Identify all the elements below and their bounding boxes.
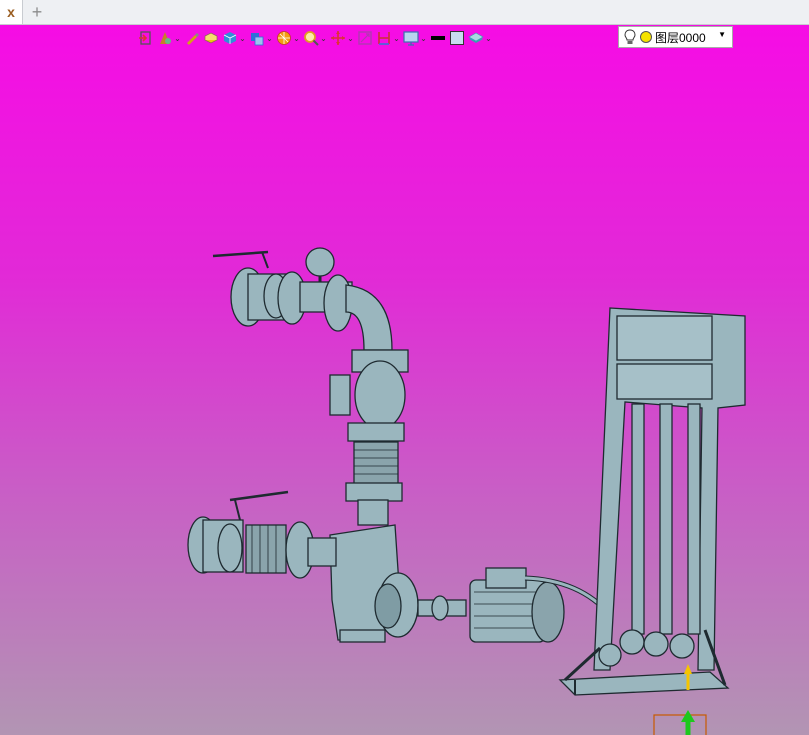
chevron-down-icon[interactable]: ⌄ [485, 34, 492, 43]
render-mode-icon [277, 31, 291, 45]
close-tab-button[interactable]: x [0, 0, 23, 24]
chevron-down-icon[interactable]: ⌄ [266, 34, 273, 43]
tab-bar: x + [0, 0, 809, 25]
pump-assembly-model[interactable] [0, 25, 809, 735]
fit-view-button[interactable] [357, 27, 373, 49]
pencil-button[interactable] [184, 27, 200, 49]
exit-sketch-icon [139, 31, 151, 45]
layer-stack-button[interactable]: ⌄ [468, 27, 492, 49]
control-box [616, 315, 713, 361]
gauge-rod-1 [631, 403, 645, 635]
layer-name: 图层0000 [655, 30, 706, 45]
color-swatch-icon [450, 31, 464, 45]
pipe-elbow [345, 284, 393, 351]
layer-color-icon [640, 31, 652, 43]
pan-icon [331, 31, 345, 45]
chevron-down-icon[interactable]: ⌄ [293, 34, 300, 43]
chevron-down-icon[interactable]: ⌄ [320, 34, 327, 43]
sketch-tools-icon [160, 32, 171, 44]
main-toolbar: ⌄ ⌄ ⌄ ⌄ ⌄ ⌄ ⌄ ⌄ ⌄ [138, 27, 495, 49]
lightbulb-icon[interactable] [623, 29, 637, 45]
line-style-icon [431, 36, 445, 40]
chevron-down-icon[interactable]: ⌄ [239, 34, 246, 43]
motor-terminal-box [485, 567, 527, 589]
chevron-down-icon[interactable]: ⌄ [174, 34, 181, 43]
layer-select[interactable]: 图层0000 ▼ [618, 26, 733, 48]
fit-view-icon [358, 31, 372, 45]
base-skid [558, 671, 730, 696]
sketch-tools-button[interactable]: ⌄ [157, 27, 181, 49]
upper-valve-handle [212, 250, 269, 258]
solid-box-button[interactable]: ⌄ [222, 27, 246, 49]
render-mode-button[interactable]: ⌄ [276, 27, 300, 49]
solid-box-icon [223, 32, 237, 44]
display-button[interactable]: ⌄ [403, 27, 427, 49]
display-icon [403, 31, 419, 46]
layer-stack-icon [468, 32, 484, 43]
extrude-button[interactable] [203, 27, 219, 49]
zoom-button[interactable]: ⌄ [303, 27, 327, 49]
extrude-icon [204, 32, 218, 44]
face-button[interactable]: ⌄ [249, 27, 273, 49]
zoom-icon [304, 31, 319, 46]
pencil-icon [187, 33, 199, 45]
pan-button[interactable]: ⌄ [330, 27, 354, 49]
color-swatch-button[interactable] [449, 27, 465, 49]
face-icon [251, 33, 264, 46]
expansion-joint [353, 441, 399, 485]
section-view-button[interactable]: ⌄ [376, 27, 400, 49]
section-view-icon [378, 32, 390, 45]
chevron-down-icon[interactable]: ▼ [718, 30, 726, 39]
add-tab-button[interactable]: + [26, 0, 48, 24]
lower-valve-handle [229, 490, 289, 502]
chevron-down-icon[interactable]: ⌄ [393, 34, 400, 43]
pressure-gauge [305, 247, 335, 277]
gauge-rod-2 [659, 403, 673, 635]
gauge-rod-3 [687, 403, 701, 635]
chevron-down-icon[interactable]: ⌄ [347, 34, 354, 43]
line-style-button[interactable] [430, 27, 446, 49]
motor-fan-cover [531, 581, 565, 643]
exit-sketch-button[interactable] [138, 27, 154, 49]
chevron-down-icon[interactable]: ⌄ [420, 34, 427, 43]
